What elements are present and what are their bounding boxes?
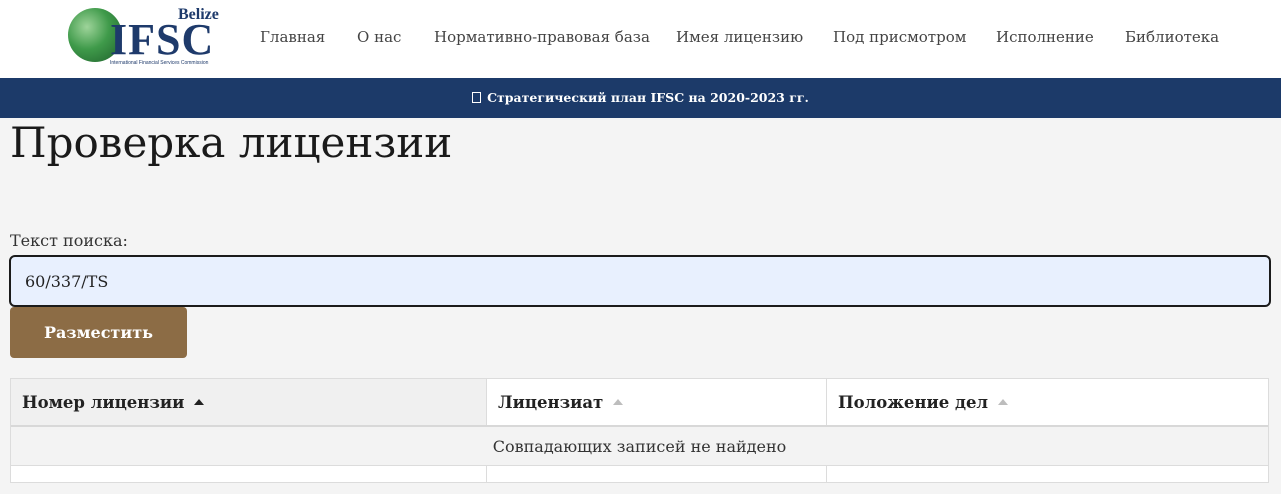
nav-item-library[interactable]: Библиотека xyxy=(1125,28,1219,46)
logo-ifsc-text: IFSC xyxy=(110,15,215,64)
table-row xyxy=(11,466,1268,482)
table-header-row: Номер лицензии Лицензиат Положение дел xyxy=(11,379,1268,427)
sort-icon xyxy=(613,399,624,405)
search-input[interactable] xyxy=(9,255,1271,307)
nav-item-about[interactable]: О нас xyxy=(357,28,401,46)
document-icon xyxy=(472,92,482,103)
ifsc-logo[interactable]: Belize IFSC International Financial Serv… xyxy=(60,2,230,70)
sort-icon xyxy=(998,399,1009,405)
submit-button[interactable]: Разместить xyxy=(10,307,187,358)
column-label: Номер лицензии xyxy=(22,392,185,412)
column-header-licensee[interactable]: Лицензиат xyxy=(487,379,827,425)
column-header-license-number[interactable]: Номер лицензии xyxy=(11,379,487,425)
top-header: Belize IFSC International Financial Serv… xyxy=(0,0,1281,78)
column-label: Положение дел xyxy=(838,392,989,412)
banner-text: Стратегический план IFSC на 2020-2023 гг… xyxy=(487,90,809,105)
strategic-plan-link[interactable]: Стратегический план IFSC на 2020-2023 гг… xyxy=(472,90,809,105)
announcement-banner: Стратегический план IFSC на 2020-2023 гг… xyxy=(0,78,1281,118)
column-header-status[interactable]: Положение дел xyxy=(827,379,1268,425)
table-cell xyxy=(11,466,487,482)
nav-item-licensing[interactable]: Имея лицензию xyxy=(676,28,803,46)
nav-item-regulatory-framework[interactable]: Нормативно-правовая база xyxy=(434,28,650,46)
license-results-table: Номер лицензии Лицензиат Положение дел С… xyxy=(10,378,1269,483)
nav-item-supervision[interactable]: Под присмотром xyxy=(833,28,966,46)
no-records-message: Совпадающих записей не найдено xyxy=(11,427,1268,466)
nav-item-home[interactable]: Главная xyxy=(260,28,325,46)
table-cell xyxy=(487,466,827,482)
sort-ascending-icon xyxy=(194,399,205,405)
page-title: Проверка лицензии xyxy=(10,118,453,167)
search-label: Текст поиска: xyxy=(10,231,128,250)
logo-subtitle: International Financial Services Commiss… xyxy=(110,60,209,66)
column-label: Лицензиат xyxy=(498,392,604,412)
table-cell xyxy=(827,466,1268,482)
nav-item-enforcement[interactable]: Исполнение xyxy=(996,28,1094,46)
